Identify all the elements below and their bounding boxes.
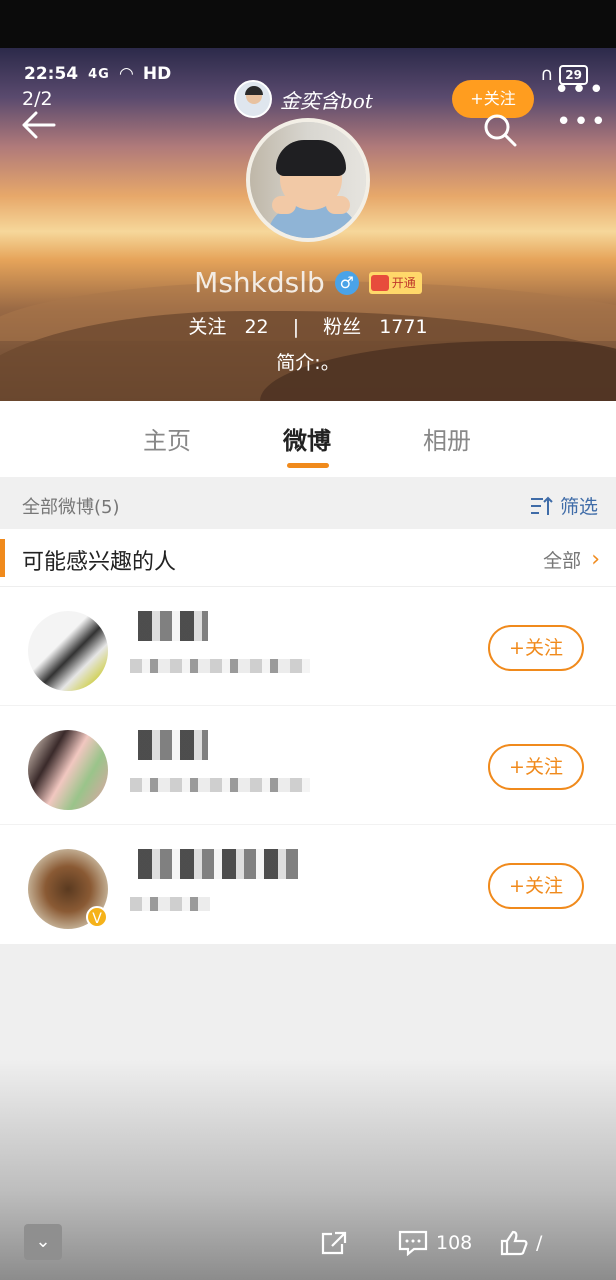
filter-button[interactable]: 筛选 <box>530 492 598 519</box>
following-count: 22 <box>244 316 269 338</box>
comment-icon <box>398 1230 428 1256</box>
more-icon[interactable]: ••• <box>554 77 606 103</box>
follow-button[interactable]: +关注 <box>488 625 584 671</box>
search-icon <box>484 114 517 147</box>
bottom-action-bar: ⌄ 108 / <box>0 1212 616 1272</box>
profile-tabs: 主页 微博 相册 <box>0 401 616 477</box>
tab-album[interactable]: 相册 <box>423 421 471 456</box>
tab-home[interactable]: 主页 <box>143 421 191 456</box>
chevron-down-icon[interactable]: ⌄ <box>24 1224 62 1260</box>
followers-count: 1771 <box>379 316 428 338</box>
avatar-hair <box>276 140 346 176</box>
vip-badge[interactable]: 开通 <box>368 271 422 294</box>
male-icon: ♂ <box>334 270 359 295</box>
comment-count: 108 <box>436 1232 473 1254</box>
top-black-bar <box>0 0 616 48</box>
suggested-users-list: +关注 +关注 +关注 <box>0 587 616 944</box>
follow-button[interactable]: +关注 <box>488 863 584 909</box>
user-name-blurred <box>138 849 298 879</box>
suggestions-title: 可能感兴趣的人 <box>22 550 177 575</box>
avatar[interactable] <box>28 730 108 810</box>
profile-avatar[interactable] <box>246 118 370 242</box>
search-button[interactable] <box>482 112 518 148</box>
list-item[interactable]: +关注 <box>0 587 616 706</box>
headphone-icon: ∩ <box>540 64 554 85</box>
mini-avatar-hair <box>245 86 263 95</box>
avatar[interactable] <box>28 611 108 691</box>
followers-label: 粉丝 <box>323 316 362 338</box>
mini-avatar <box>234 80 272 118</box>
all-label: 全部 <box>543 550 582 572</box>
user-desc-blurred <box>130 778 310 792</box>
like-button[interactable]: / <box>500 1230 542 1256</box>
mini-profile[interactable]: 金奕含bot <box>234 80 373 118</box>
following-label: 关注 <box>188 316 227 338</box>
username-row: Mshkdslb ♂ 开通 <box>0 266 616 299</box>
status-time: 22:54 <box>24 64 79 84</box>
user-desc-blurred <box>130 897 210 911</box>
section-accent <box>0 539 5 577</box>
active-tab-indicator <box>287 463 329 468</box>
profile-username: Mshkdslb <box>194 266 325 299</box>
share-button[interactable] <box>320 1230 348 1256</box>
page-index: 2/2 <box>22 88 53 110</box>
comment-button[interactable]: 108 <box>398 1230 472 1256</box>
chevron-right-icon: › <box>591 547 600 572</box>
filter-bar: 全部微博(5) 筛选 <box>0 477 616 529</box>
vip-label: 开通 <box>391 276 416 290</box>
list-item[interactable]: +关注 <box>0 706 616 825</box>
user-desc-blurred <box>130 659 310 673</box>
avatar-hand <box>272 196 296 214</box>
followers-link[interactable]: 粉丝 1771 <box>317 316 433 338</box>
status-bar: 22:54 4G ◠ HD <box>24 64 171 84</box>
network-label: HD <box>142 64 172 84</box>
stats-separator: | <box>292 316 300 338</box>
suggestions-header: 可能感兴趣的人 全部 › <box>0 529 616 587</box>
share-icon <box>321 1231 347 1255</box>
profile-bio: 简介:。 <box>276 352 340 374</box>
verified-badge-icon: V <box>86 906 108 928</box>
tab-weibo[interactable]: 微博 <box>283 421 331 456</box>
post-count-label: 全部微博(5) <box>22 497 120 518</box>
avatar-hand <box>326 196 350 214</box>
filter-label: 筛选 <box>559 496 598 518</box>
back-arrow-icon <box>22 111 56 139</box>
wifi-icon: ◠ <box>119 64 133 84</box>
follow-button[interactable]: +关注 <box>488 744 584 790</box>
filter-icon <box>530 496 553 515</box>
back-button[interactable] <box>20 110 60 146</box>
like-count: / <box>536 1232 543 1254</box>
more-menu-button[interactable]: ••• <box>556 109 608 135</box>
mini-profile-name: 金奕含bot <box>280 88 373 113</box>
following-link[interactable]: 关注 22 <box>182 316 274 338</box>
user-name-blurred <box>138 611 208 641</box>
signal-icon: 4G <box>88 66 110 82</box>
crown-icon <box>370 274 389 291</box>
suggestions-all-link[interactable]: 全部 › <box>543 546 600 573</box>
user-name-blurred <box>138 730 208 760</box>
like-icon <box>500 1230 528 1256</box>
profile-stats: 关注 22 | 粉丝 1771 <box>0 312 616 339</box>
